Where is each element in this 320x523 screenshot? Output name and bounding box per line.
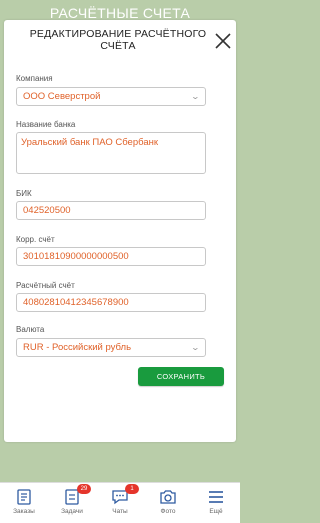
- currency-select[interactable]: RUR - Российский рубль ⌄: [16, 338, 206, 357]
- chats-badge: 1: [125, 484, 139, 494]
- bank-label: Название банка: [16, 120, 76, 129]
- account-field[interactable]: 40802810412345678900: [16, 293, 206, 312]
- close-icon[interactable]: [214, 32, 232, 50]
- nav-item-orders[interactable]: Заказы: [0, 483, 48, 523]
- nav-label: Задачи: [61, 508, 83, 515]
- company-select[interactable]: ООО Северстрой ⌄: [16, 87, 206, 106]
- bik-label: БИК: [16, 189, 32, 198]
- nav-item-more[interactable]: Ещё: [192, 483, 240, 523]
- bik-field[interactable]: 042520500: [16, 201, 206, 220]
- save-button[interactable]: СОХРАНИТЬ: [138, 367, 224, 386]
- chevron-down-icon: ⌄: [190, 343, 201, 352]
- nav-label: Заказы: [13, 508, 35, 515]
- account-value: 40802810412345678900: [23, 297, 129, 308]
- orders-icon: [17, 489, 31, 505]
- nav-item-tasks[interactable]: 29 Задачи: [48, 483, 96, 523]
- corr-account-label: Корр. счёт: [16, 235, 55, 244]
- menu-icon: [209, 491, 223, 503]
- company-value: ООО Северстрой: [23, 91, 101, 102]
- bik-value: 042520500: [23, 205, 71, 216]
- camera-icon: [160, 490, 176, 504]
- corr-account-value: 30101810900000000500: [23, 251, 129, 262]
- nav-label: Фото: [160, 508, 176, 515]
- currency-value: RUR - Российский рубль: [23, 342, 132, 353]
- chevron-down-icon: ⌄: [190, 92, 201, 101]
- corr-account-field[interactable]: 30101810900000000500: [16, 247, 206, 266]
- bank-name-field[interactable]: Уральский банк ПАО Сбербанк: [16, 132, 206, 174]
- company-label: Компания: [16, 74, 53, 83]
- nav-item-chats[interactable]: 1 Чаты: [96, 483, 144, 523]
- tasks-badge: 29: [77, 484, 91, 494]
- bottom-nav: Заказы 29 Задачи 1 Чаты Фото Ещё: [0, 482, 240, 523]
- edit-account-modal: РЕДАКТИРОВАНИЕ РАСЧЁТНОГО СЧЁТА Компания…: [4, 20, 236, 442]
- currency-label: Валюта: [16, 325, 45, 334]
- account-label: Расчётный счёт: [16, 281, 75, 290]
- modal-title: РЕДАКТИРОВАНИЕ РАСЧЁТНОГО СЧЁТА: [29, 28, 207, 52]
- nav-label: Чаты: [112, 508, 128, 515]
- page-title: РАСЧЁТНЫЕ СЧЕТА: [49, 5, 191, 21]
- nav-label: Ещё: [209, 508, 223, 515]
- nav-item-photo[interactable]: Фото: [144, 483, 192, 523]
